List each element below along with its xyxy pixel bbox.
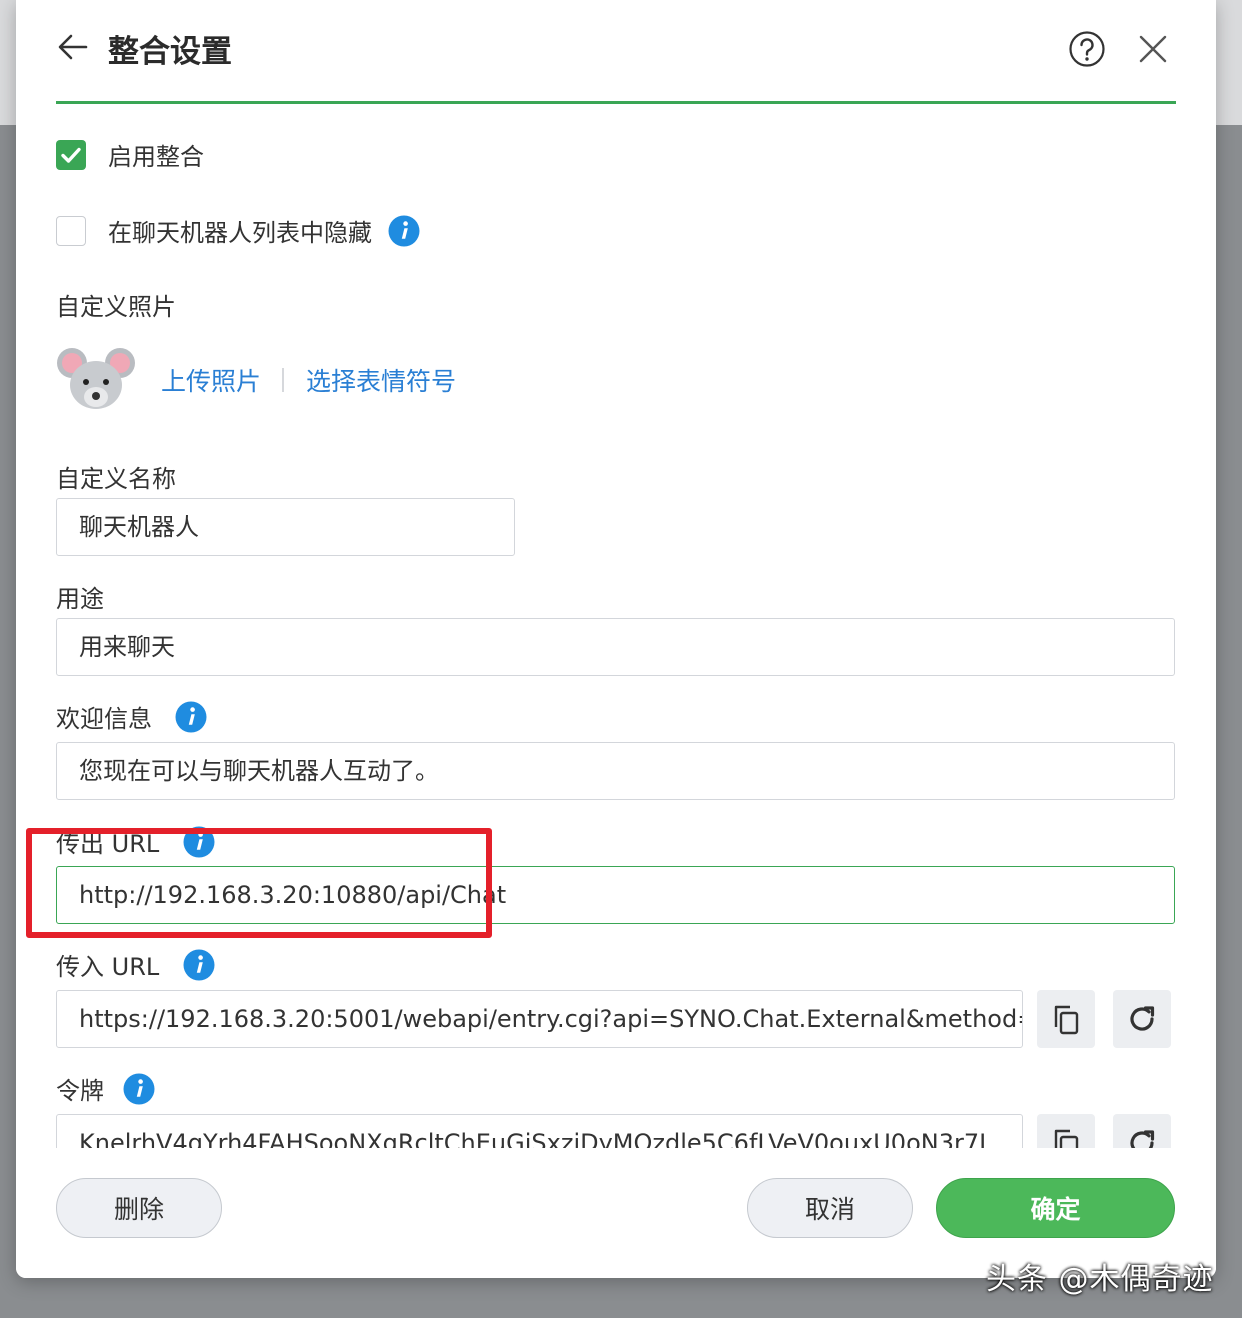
cancel-button[interactable]: 取消 (747, 1178, 913, 1238)
incoming-url-label: 传入 URL (56, 953, 160, 981)
enable-integration-checkbox[interactable] (56, 139, 86, 170)
integration-settings-dialog: 整合设置 启用整合 在聊天机器人列表中隐藏 自定义照片 上传照片 选择表情符号 … (16, 0, 1216, 1278)
outgoing-url-label: 传出 URL (56, 830, 160, 858)
close-icon[interactable] (1136, 32, 1170, 66)
copy-incoming-url-button[interactable] (1037, 990, 1095, 1048)
header-divider (56, 101, 1176, 104)
mouse-avatar-icon (57, 348, 135, 409)
select-emoji-link[interactable]: 选择表情符号 (306, 362, 456, 398)
hide-in-list-row[interactable]: 在聊天机器人列表中隐藏 (56, 213, 420, 248)
link-separator (282, 368, 284, 392)
hide-in-list-checkbox[interactable] (56, 215, 86, 246)
upload-photo-link[interactable]: 上传照片 (161, 362, 261, 398)
info-icon[interactable] (183, 949, 215, 981)
custom-name-label: 自定义名称 (56, 465, 176, 493)
incoming-url-input[interactable]: https://192.168.3.20:5001/webapi/entry.c… (56, 990, 1023, 1048)
token-label: 令牌 (56, 1077, 104, 1105)
info-icon[interactable] (388, 215, 420, 247)
enable-integration-row[interactable]: 启用整合 (56, 137, 204, 172)
dialog-title: 整合设置 (108, 34, 232, 70)
back-arrow-icon[interactable] (56, 30, 90, 64)
custom-photo-label: 自定义照片 (56, 293, 176, 321)
dialog-header: 整合设置 (56, 20, 1176, 80)
purpose-label: 用途 (56, 585, 104, 613)
copy-icon (1054, 1005, 1079, 1035)
welcome-message-input[interactable]: 您现在可以与聊天机器人互动了。 (56, 742, 1175, 800)
delete-button[interactable]: 删除 (56, 1178, 222, 1238)
info-icon[interactable] (123, 1073, 155, 1105)
ok-button[interactable]: 确定 (936, 1178, 1175, 1238)
help-icon[interactable] (1068, 30, 1106, 68)
outgoing-url-input[interactable]: http://192.168.3.20:10880/api/Chat (56, 866, 1175, 924)
custom-name-input[interactable]: 聊天机器人 (56, 498, 515, 556)
hide-in-list-label: 在聊天机器人列表中隐藏 (108, 219, 372, 247)
watermark-text: 头条 @木偶奇迹 (986, 1262, 1214, 1297)
regenerate-incoming-url-button[interactable] (1113, 990, 1171, 1048)
info-icon[interactable] (175, 701, 207, 733)
checkmark-icon (61, 147, 81, 163)
info-icon[interactable] (183, 826, 215, 858)
enable-integration-label: 启用整合 (108, 143, 204, 171)
purpose-input[interactable]: 用来聊天 (56, 618, 1175, 676)
refresh-icon (1130, 1006, 1155, 1031)
welcome-message-label: 欢迎信息 (56, 705, 152, 733)
